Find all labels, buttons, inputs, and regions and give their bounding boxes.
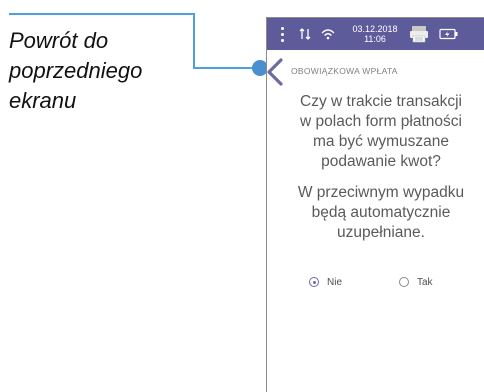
question-text: Czy w trakcie transakcji w polach form p… bbox=[275, 92, 484, 172]
annotation-text-line-2: poprzedniego bbox=[9, 58, 143, 83]
info-text: W przeciwnym wypadku będą automatycznie … bbox=[275, 183, 484, 243]
radio-button-nie[interactable] bbox=[309, 277, 319, 287]
signal-icon bbox=[297, 18, 313, 50]
info-line: W przeciwnym wypadku bbox=[297, 184, 465, 201]
wifi-icon bbox=[319, 18, 337, 50]
radio-label-nie: Nie bbox=[327, 276, 343, 288]
status-time: 11:06 bbox=[364, 34, 386, 44]
question-line: ma być wymuszane bbox=[312, 133, 450, 150]
info-line: będą automatycznie bbox=[311, 204, 451, 221]
annotation-connector-top bbox=[9, 13, 195, 15]
annotation-connector-horizontal bbox=[193, 67, 255, 69]
annotation-text-line-1: Powrót do bbox=[9, 28, 109, 53]
question-line: Czy w trakcie transakcji bbox=[300, 93, 462, 110]
printer-icon bbox=[407, 18, 431, 50]
annotation-text-line-3: ekranu bbox=[9, 88, 77, 113]
question-line: podawanie kwot? bbox=[321, 153, 441, 170]
info-line: uzupełniane. bbox=[337, 224, 425, 241]
back-chevron-icon[interactable] bbox=[267, 55, 287, 89]
annotation-connector-vertical bbox=[193, 13, 195, 69]
radio-button-tak[interactable] bbox=[399, 277, 409, 287]
status-bar: 03.12.2018 11:06 bbox=[267, 18, 484, 50]
radio-option-nie[interactable]: Nie bbox=[309, 273, 342, 291]
screen-title: OBOWIĄZKOWA WPŁATA bbox=[291, 66, 398, 76]
status-date: 03.12.2018 bbox=[352, 24, 398, 34]
battery-icon bbox=[437, 18, 461, 50]
radio-option-tak[interactable]: Tak bbox=[399, 273, 433, 291]
device-screen: 03.12.2018 11:06 OBOWIĄZKOWA WPŁATA Czy … bbox=[266, 17, 484, 392]
menu-dots-icon[interactable] bbox=[275, 18, 289, 50]
question-line: w polach form płatności bbox=[300, 113, 462, 130]
annotation-callout: Powrót do poprzedniego ekranu bbox=[9, 26, 199, 116]
radio-label-tak: Tak bbox=[417, 276, 433, 288]
datetime-display: 03.12.2018 11:06 bbox=[347, 18, 403, 50]
